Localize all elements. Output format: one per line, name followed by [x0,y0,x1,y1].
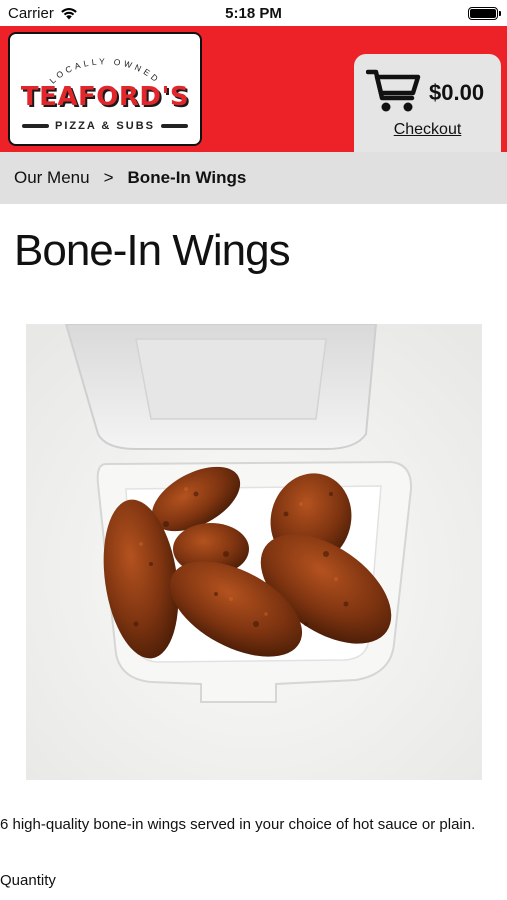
breadcrumb-separator: > [103,168,114,187]
cart-total: $0.00 [429,80,485,105]
logo-divider [161,124,188,128]
status-time: 5:18 PM [225,5,282,22]
page-title: Bone-In Wings [14,226,291,275]
battery-icon [468,7,501,20]
wings-photo [26,324,482,780]
site-header: LOCALLY OWNED TEAFORD'S PIZZA & SUBS $0.… [0,26,507,152]
product-description: 6 high-quality bone-in wings served in y… [0,816,476,833]
breadcrumb: Our Menu > Bone-In Wings [0,152,507,204]
cart-widget[interactable]: $0.00 Checkout [354,54,501,152]
logo-subtitle: PIZZA & SUBS [55,120,155,132]
cart-icon[interactable] [366,68,422,114]
logo-name: TEAFORD'S [20,82,190,112]
breadcrumb-current: Bone-In Wings [127,168,247,187]
logo-divider [22,124,49,128]
product-image [26,324,482,780]
checkout-link[interactable]: Checkout [354,121,501,139]
quantity-label: Quantity [0,872,56,889]
brand-logo[interactable]: LOCALLY OWNED TEAFORD'S PIZZA & SUBS [8,32,202,146]
logo-subtitle-row: PIZZA & SUBS [22,120,188,132]
breadcrumb-our-menu[interactable]: Our Menu [14,168,90,188]
status-bar: Carrier 5:18 PM [0,0,507,26]
